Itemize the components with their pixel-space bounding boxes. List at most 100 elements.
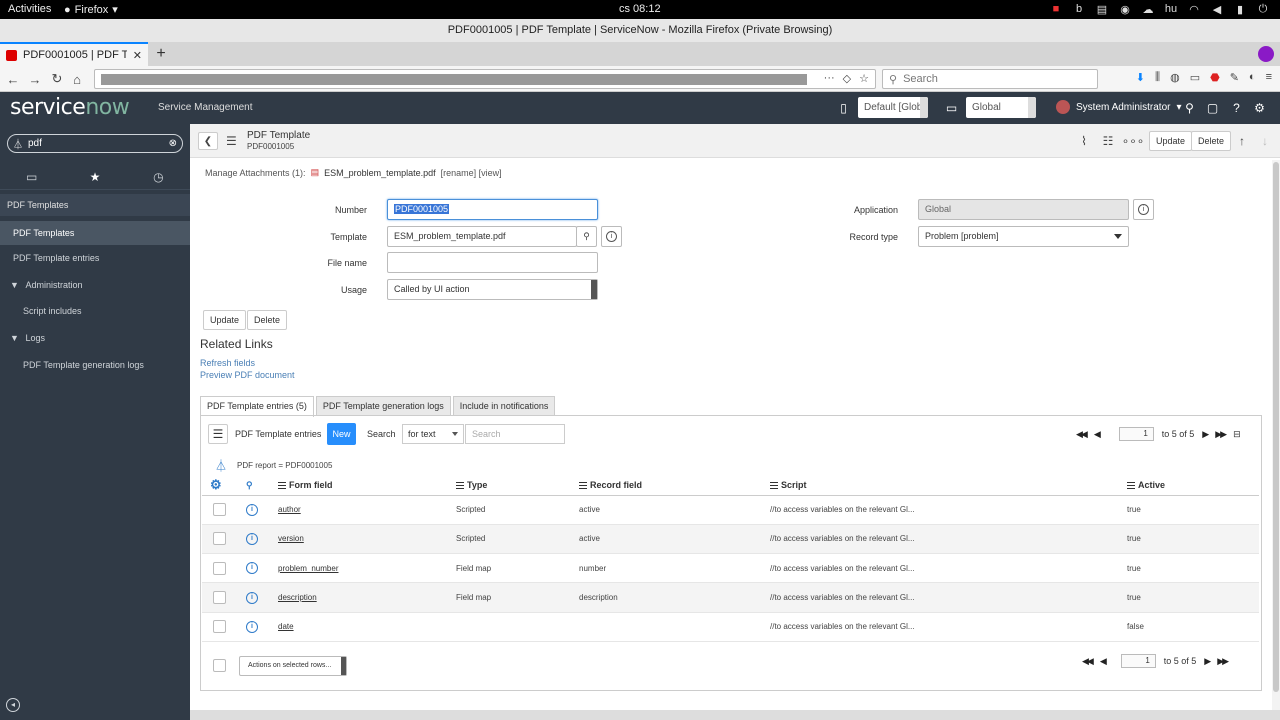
preview-info-icon[interactable]: i — [246, 620, 258, 633]
all-apps-tab[interactable]: ▭ — [0, 164, 63, 189]
user-menu[interactable]: System Administrator ▾ — [1056, 100, 1182, 114]
b-app-icon[interactable]: b — [1072, 2, 1086, 16]
nav-module-group[interactable]: PDF Templates — [0, 194, 190, 216]
page-actions-icon[interactable]: ··· — [824, 72, 835, 85]
column-header-type[interactable]: Type — [456, 476, 579, 496]
column-header-record-field[interactable]: Record field — [579, 476, 770, 496]
application-info-button[interactable]: i — [1133, 199, 1154, 220]
delete-button[interactable]: Delete — [247, 310, 288, 330]
sidebar-icon[interactable]: ▭ — [1190, 71, 1200, 84]
template-info-button[interactable]: i — [601, 226, 622, 247]
horizontal-scrollbar[interactable] — [190, 710, 1280, 720]
forward-icon[interactable]: → — [26, 70, 44, 88]
tool-icon[interactable]: ✎ — [1230, 71, 1239, 84]
attachment-file-link[interactable]: ESM_problem_template.pdf — [324, 168, 436, 178]
update-set-icon[interactable]: ▯ — [836, 100, 851, 115]
tab-generation-logs[interactable]: PDF Template generation logs — [315, 396, 451, 416]
last-page-icon[interactable]: ▶▶ — [1215, 429, 1227, 440]
preview-info-icon[interactable]: i — [246, 562, 258, 575]
list-context-menu-icon[interactable]: ☰ — [208, 424, 228, 444]
last-page-icon[interactable]: ▶▶ — [1217, 656, 1229, 667]
row-checkbox[interactable] — [213, 503, 226, 517]
arrow-down-icon[interactable]: ↓ — [1257, 133, 1273, 149]
new-button[interactable]: New — [327, 423, 356, 445]
delete-button[interactable]: Delete — [1191, 131, 1232, 151]
form-field-link[interactable]: problem_number — [278, 564, 338, 573]
back-icon[interactable]: ← — [4, 70, 22, 88]
extension2-icon[interactable]: ◐ — [1249, 71, 1256, 84]
power-icon[interactable]: ⏻ — [1256, 2, 1270, 16]
home-icon[interactable]: ⌂ — [68, 70, 86, 88]
update-button[interactable]: Update — [1149, 131, 1193, 151]
arrow-up-icon[interactable]: ↑ — [1234, 133, 1250, 149]
column-header-active[interactable]: Active — [1127, 476, 1259, 496]
update-set-picker[interactable]: Default [Glob — [858, 97, 928, 118]
personalize-icon[interactable]: ☷ — [1100, 133, 1116, 149]
clipboard-icon[interactable]: ▤ — [1095, 2, 1109, 16]
breadcrumb-condition[interactable]: PDF report = PDF0001005 — [237, 461, 332, 470]
wifi-icon[interactable]: ◠ — [1187, 2, 1201, 16]
tab-pdf-template-entries[interactable]: PDF Template entries (5) — [200, 396, 314, 417]
clock[interactable]: cs 08:12 — [619, 3, 661, 15]
preview-info-icon[interactable]: i — [246, 532, 258, 545]
paperclip-icon[interactable]: ⌇ — [1076, 133, 1092, 149]
back-button[interactable]: ❮ — [198, 132, 218, 150]
preview-pdf-link[interactable]: Preview PDF document — [200, 370, 295, 380]
attachment-actions[interactable]: [rename] [view] — [441, 168, 502, 178]
manage-attachments-link[interactable]: Manage Attachments (1): — [205, 168, 306, 178]
clear-filter-icon[interactable]: ⊗ — [169, 138, 177, 149]
select-all-checkbox[interactable] — [213, 659, 226, 672]
form-field-link[interactable]: author — [278, 505, 301, 514]
more-options-icon[interactable]: ∘∘∘ — [1122, 133, 1145, 149]
navigator-filter-input[interactable]: ⏃ pdf ⊗ — [7, 134, 183, 153]
template-field[interactable]: ESM_problem_template.pdf — [387, 226, 577, 247]
search-icon[interactable]: ⚲ — [246, 480, 253, 490]
record-type-select[interactable]: Problem [problem] — [918, 226, 1129, 247]
number-field[interactable]: PDF0001005 — [387, 199, 598, 220]
filter-icon[interactable]: ⏃ — [215, 457, 227, 474]
browser-search-box[interactable]: ⚲ Search — [882, 69, 1098, 89]
tab-include-in-notifications[interactable]: Include in notifications — [452, 396, 556, 416]
browser-tab[interactable]: PDF0001005 | PDF Temp ✕ — [0, 42, 148, 66]
gear-icon[interactable]: ⚙ — [210, 477, 222, 492]
refresh-fields-link[interactable]: Refresh fields — [200, 358, 255, 368]
preview-info-icon[interactable]: i — [246, 503, 258, 516]
keyboard-layout[interactable]: hu — [1164, 2, 1178, 16]
bookmark-star-icon[interactable]: ☆ — [859, 72, 869, 85]
collapse-icon[interactable]: ⊟ — [1233, 429, 1241, 440]
nav-item-script-includes[interactable]: Script includes — [0, 299, 190, 323]
update-button[interactable]: Update — [203, 310, 247, 330]
preview-info-icon[interactable]: i — [246, 591, 258, 604]
first-page-icon[interactable]: ◀◀ — [1082, 656, 1094, 667]
row-checkbox[interactable] — [213, 532, 226, 546]
usage-select[interactable]: Called by UI action — [387, 279, 598, 300]
url-bar[interactable]: ··· ◇ ☆ — [94, 69, 876, 89]
favorites-tab[interactable]: ★ — [63, 164, 126, 189]
nav-item-administration[interactable]: ▼ Administration — [0, 273, 190, 297]
column-header-form-field[interactable]: Form field — [278, 476, 456, 496]
new-tab-button[interactable]: + — [152, 45, 170, 63]
vertical-scrollbar[interactable] — [1272, 160, 1280, 710]
row-checkbox[interactable] — [213, 620, 226, 634]
row-checkbox[interactable] — [213, 591, 226, 605]
next-page-icon[interactable]: ▶ — [1202, 429, 1209, 440]
menu-icon[interactable]: ≡ — [1266, 71, 1272, 84]
next-page-icon[interactable]: ▶ — [1204, 656, 1211, 667]
servicenow-logo[interactable]: servicenow — [10, 95, 130, 120]
page-input[interactable]: 1 — [1120, 654, 1156, 668]
column-header-script[interactable]: Script — [770, 476, 1127, 496]
row-checkbox[interactable] — [213, 561, 226, 575]
application-picker-icon[interactable]: ▭ — [944, 100, 959, 115]
nav-item-logs[interactable]: ▼ Logs — [0, 326, 190, 350]
library-icon[interactable]: ⫼ — [1155, 71, 1160, 84]
page-input[interactable]: 1 — [1118, 427, 1154, 441]
context-menu-icon[interactable]: ☰ — [226, 134, 240, 148]
form-field-link[interactable]: version — [278, 534, 304, 543]
close-icon[interactable]: ✕ — [133, 49, 142, 62]
pocket-icon[interactable]: ◇ — [843, 72, 851, 85]
reload-icon[interactable]: ↻ — [48, 70, 66, 88]
first-page-icon[interactable]: ◀◀ — [1076, 429, 1088, 440]
camera-icon[interactable]: ◉ — [1118, 2, 1132, 16]
global-search-icon[interactable]: ⚲ — [1182, 100, 1197, 115]
form-field-link[interactable]: description — [278, 593, 317, 602]
